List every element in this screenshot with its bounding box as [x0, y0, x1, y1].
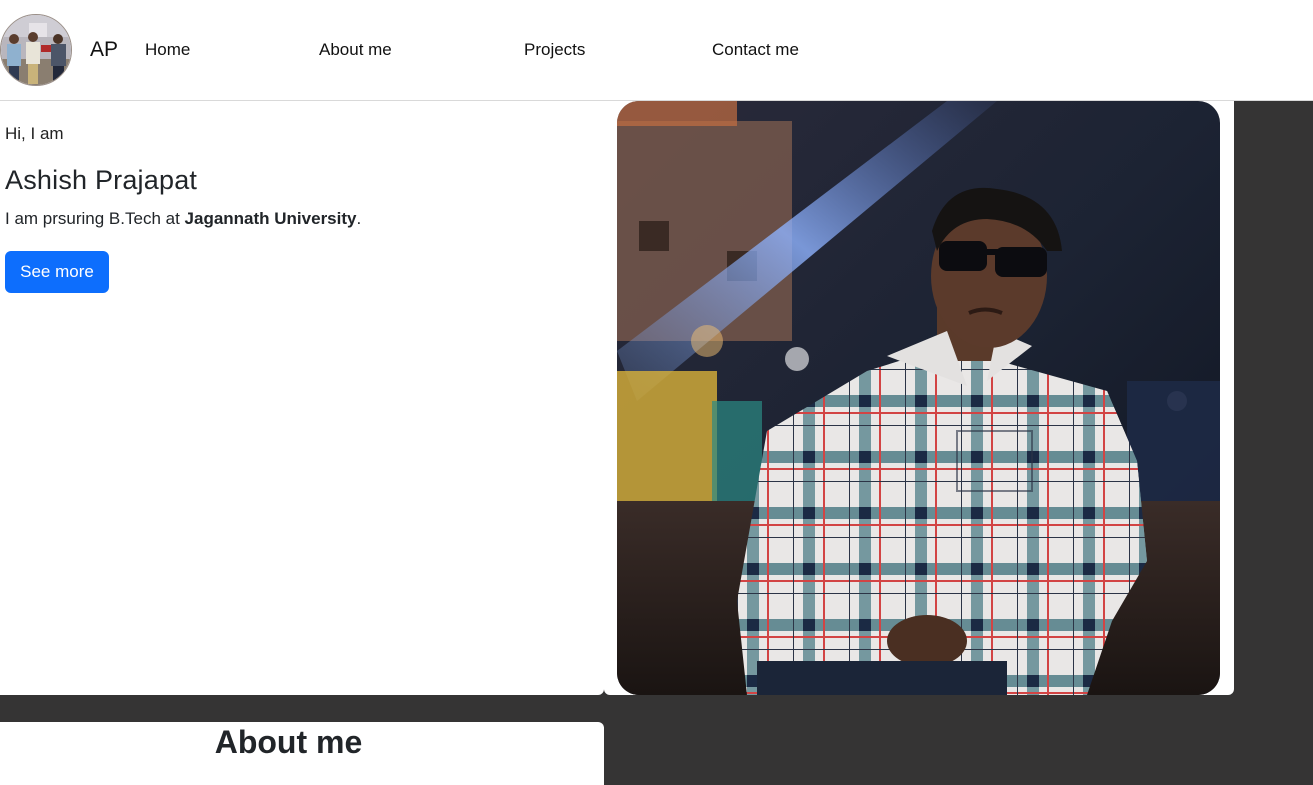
brand-logo[interactable]: AP: [90, 37, 118, 63]
hero-name: Ashish Prajapat: [5, 165, 198, 195]
hero-subtitle: I am prsuring B.Tech at Jagannath Univer…: [5, 209, 361, 229]
hero-intro: Hi, I am Ashish Prajapat I am prsuring B…: [0, 101, 604, 695]
avatar-photo: [1, 15, 71, 85]
navbar: AP Home About me Projects Contact me: [0, 0, 1313, 101]
hero-greeting: Hi, I am: [5, 124, 64, 143]
hero-subtitle-prefix: I am prsuring B.Tech at: [5, 209, 185, 228]
nav-link-about[interactable]: About me: [319, 39, 392, 61]
about-section: About me: [0, 722, 604, 785]
nav-link-projects[interactable]: Projects: [524, 39, 585, 61]
hero-university: Jagannath University: [184, 209, 357, 228]
nav-link-home[interactable]: Home: [145, 39, 190, 61]
nav-link-contact[interactable]: Contact me: [712, 39, 799, 61]
see-more-button[interactable]: See more: [5, 251, 109, 293]
hero-photo-card: [604, 101, 1234, 695]
about-title: About me: [214, 724, 363, 760]
profile-photo-image: [617, 101, 1220, 695]
profile-photo: [617, 101, 1220, 695]
avatar[interactable]: [0, 14, 72, 86]
hero-subtitle-suffix: .: [356, 209, 362, 228]
